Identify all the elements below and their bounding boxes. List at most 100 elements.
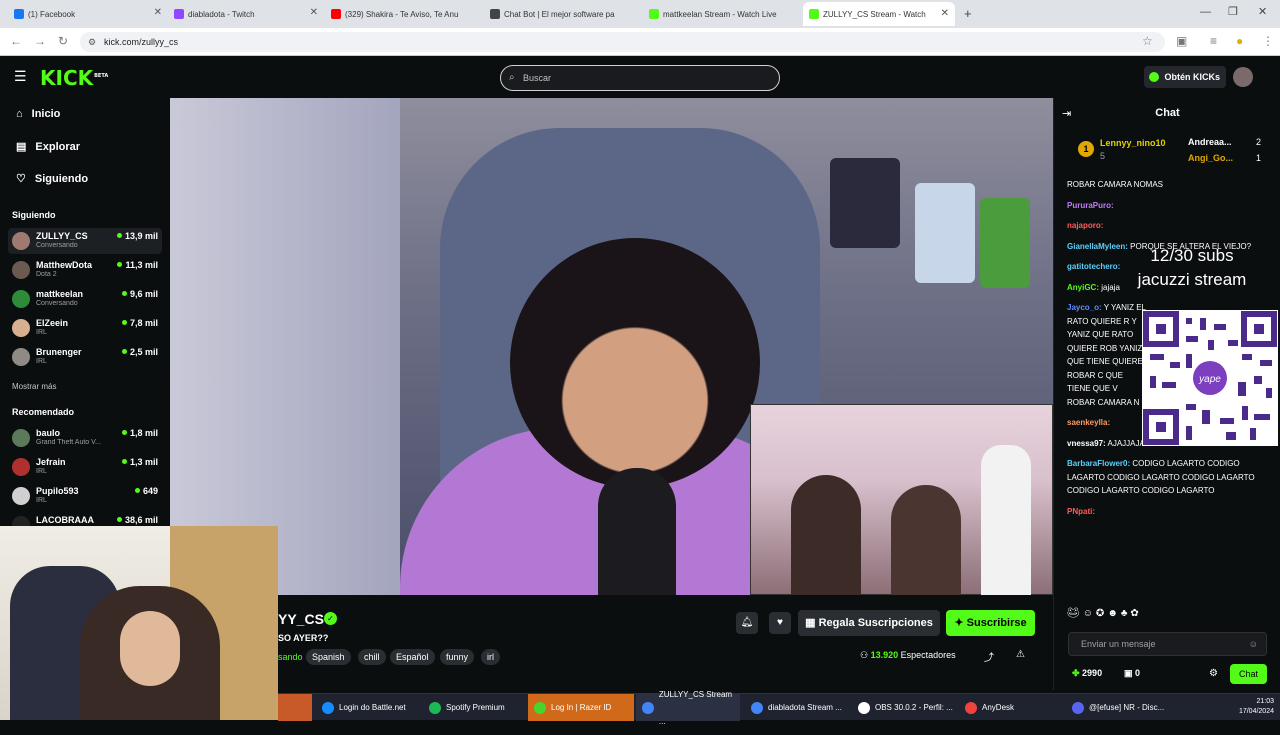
message-user[interactable]: PNpati: [1067, 507, 1095, 516]
close-icon[interactable]: ✕ [154, 7, 162, 18]
extensions-icon[interactable]: ▣ [1176, 34, 1187, 48]
emote-icon[interactable]: 🐸︎ [1067, 608, 1083, 619]
person [891, 485, 961, 595]
tab-facebook[interactable]: (1) Facebook ✕ [14, 4, 162, 24]
url-input[interactable]: ⚙ kick.com/zullyy_cs [80, 32, 1165, 52]
nav-inicio[interactable]: ⌂ Inicio [16, 108, 60, 120]
taskbar-app[interactable] [278, 694, 312, 721]
tab-twitch[interactable]: diabladota - Twitch ✕ [174, 4, 318, 24]
subscribe-label: Suscribirse [966, 617, 1027, 629]
site-info-icon[interactable]: ⚙ [88, 32, 96, 52]
message-user[interactable]: Jayco_o: [1067, 303, 1102, 312]
sidebar-channel[interactable]: ElZeein IRL 7,8 mil [8, 315, 162, 341]
sidebar-channel[interactable]: Pupilo593 IRL 649 [8, 483, 162, 509]
close-icon[interactable]: ✕ [941, 8, 949, 19]
user-avatar[interactable] [1233, 67, 1253, 87]
nav-siguiendo[interactable]: ♡ Siguiendo [16, 172, 88, 186]
sidebar-channel[interactable]: ZULLYY_CS Conversando 13,9 mil [8, 228, 162, 254]
tab-chatbot[interactable]: Chat Bot | El mejor software pa [490, 4, 633, 24]
tag-chip[interactable]: irl [481, 649, 500, 665]
gift-subs-button[interactable]: ▦ Regala Suscripciones [798, 610, 940, 636]
message-user[interactable]: GianellaMyleen: [1067, 242, 1128, 251]
bookmark-star-icon[interactable]: ☆ [1142, 34, 1153, 48]
chat-message-input[interactable]: Enviar un mensaje ☺ [1068, 632, 1267, 656]
tag-chip[interactable]: funny [440, 649, 475, 665]
kick-logo[interactable]: KICKBETA [40, 66, 108, 90]
spotify-icon [429, 701, 441, 714]
emoji-picker-icon[interactable]: ☺ [1249, 633, 1258, 655]
tab-mattkeelan[interactable]: mattkeelan Stream - Watch Live [649, 4, 791, 24]
message-user[interactable]: vnessa97: [1067, 439, 1106, 448]
message-user[interactable]: gatitotechero: [1067, 262, 1120, 271]
sidebar-channel[interactable]: Jefrain IRL 1,3 mil [8, 454, 162, 480]
report-icon[interactable]: ⚠ [1016, 649, 1025, 660]
menu-dots-icon[interactable]: ⋮ [1262, 34, 1274, 48]
emote-icon[interactable]: ☺ [1083, 608, 1096, 619]
sidebar-channel[interactable]: Brunenger IRL 2,5 mil [8, 344, 162, 370]
taskbar-app[interactable]: diabladota Stream ... [745, 694, 849, 721]
taskbar-app[interactable]: AnyDesk [959, 694, 1059, 721]
message-user[interactable]: AnyiGC: [1067, 283, 1099, 292]
message-user[interactable]: najaporo: [1067, 221, 1103, 230]
tag-chip[interactable]: Spanish [306, 649, 351, 665]
stream-category[interactable]: sando [278, 652, 303, 662]
message-user[interactable]: saenkeylla: [1067, 418, 1110, 427]
address-bar-row: ← → ↻ ⚙ kick.com/zullyy_cs ☆ ▣ ≡ ● ⋮ [0, 28, 1280, 56]
subscribe-button[interactable]: ✦ Suscribirse [946, 610, 1035, 636]
forward-icon[interactable]: → [34, 34, 46, 48]
video-player[interactable] [170, 98, 1053, 595]
kicks-balance[interactable]: ✤ 2990 [1072, 668, 1102, 679]
message-user[interactable]: BarbaraFlower0: [1067, 459, 1130, 468]
taskbar-app[interactable]: ZULLYY_CS Stream ... [636, 690, 740, 726]
minimize-icon[interactable]: — [1200, 6, 1211, 18]
sidebar-channel[interactable]: baulo Grand Theft Auto V... 1,8 mil [8, 425, 162, 451]
tag-chip[interactable]: chill [358, 649, 386, 665]
tab-zullyy-active[interactable]: ZULLYY_CS Stream - Watch ✕ [803, 2, 955, 26]
streamer-name[interactable]: YY_CS [278, 611, 324, 627]
nav-explorar[interactable]: ▤ Explorar [16, 140, 80, 154]
person [791, 475, 861, 595]
back-icon[interactable]: ← [10, 34, 22, 48]
restore-icon[interactable]: ❐ [1228, 5, 1238, 18]
channel-name: Jefrain [36, 457, 66, 467]
reload-icon[interactable]: ↻ [58, 34, 68, 48]
message-user[interactable]: PururaPuro: [1067, 201, 1114, 210]
emote-icon[interactable]: ✪ [1096, 608, 1107, 619]
tag-chip[interactable]: Español [390, 649, 435, 665]
channel-points[interactable]: ▣ 0 [1124, 668, 1140, 679]
emote-icon[interactable]: ♣ [1121, 608, 1131, 619]
chat-send-button[interactable]: Chat [1230, 664, 1267, 684]
wall-poster [830, 158, 900, 248]
leader-name[interactable]: Lennyy_nino10 [1100, 138, 1166, 148]
taskbar-app[interactable]: Log In | Razer ID [528, 694, 634, 721]
share-icon[interactable]: ⤴ [984, 649, 994, 664]
close-icon[interactable]: ✕ [310, 7, 318, 18]
close-window-icon[interactable]: ✕ [1258, 5, 1267, 18]
follow-heart-icon[interactable]: ♥ [769, 612, 791, 634]
compass-icon: ▤ [16, 141, 27, 153]
system-clock[interactable]: 21:03 17/04/2024 [1239, 697, 1274, 717]
sidebar-channel[interactable]: mattkeelan Conversando 9,6 mil [8, 286, 162, 312]
taskbar-app[interactable]: Login do Battle.net [316, 694, 416, 721]
taskbar-app[interactable]: Spotify Premium [423, 694, 518, 721]
show-more-link[interactable]: Mostrar más [12, 382, 56, 391]
chat-settings-icon[interactable]: ⚙ [1209, 668, 1218, 679]
notification-bell-icon[interactable]: 🔔︎ [736, 612, 758, 634]
new-tab-icon[interactable]: + [964, 6, 972, 21]
search-input[interactable]: ⌕ Buscar [500, 65, 780, 91]
chat-message: PNpati: [1067, 505, 1272, 519]
tab-youtube[interactable]: (329) Shakira - Te Aviso, Te Anu [331, 4, 476, 24]
leader-name[interactable]: Andreaa... [1188, 137, 1232, 147]
hamburger-menu-icon[interactable]: ☰ [14, 68, 27, 85]
leader-name[interactable]: Angi_Go... [1188, 153, 1233, 163]
taskbar-app[interactable]: OBS 30.0.2 - Perfil: ... [852, 694, 956, 721]
emote-icon[interactable]: ✿ [1130, 608, 1141, 619]
get-kicks-button[interactable]: Obtén KICKs [1144, 66, 1226, 88]
media-icon[interactable]: ≡ [1210, 34, 1217, 48]
sidebar-channel[interactable]: MatthewDota Dota 2 11,3 mil [8, 257, 162, 283]
emote-icon[interactable]: ☻ [1107, 608, 1121, 619]
emote-row[interactable]: 🐸︎☺✪☻♣✿ [1067, 608, 1142, 619]
taskbar-app[interactable]: @[efuse] NR - Disc... [1066, 694, 1172, 721]
profile-icon[interactable]: ● [1236, 34, 1243, 48]
sidebar: ⌂ Inicio ▤ Explorar ♡ Siguiendo Siguiendo Z… [0, 98, 170, 534]
